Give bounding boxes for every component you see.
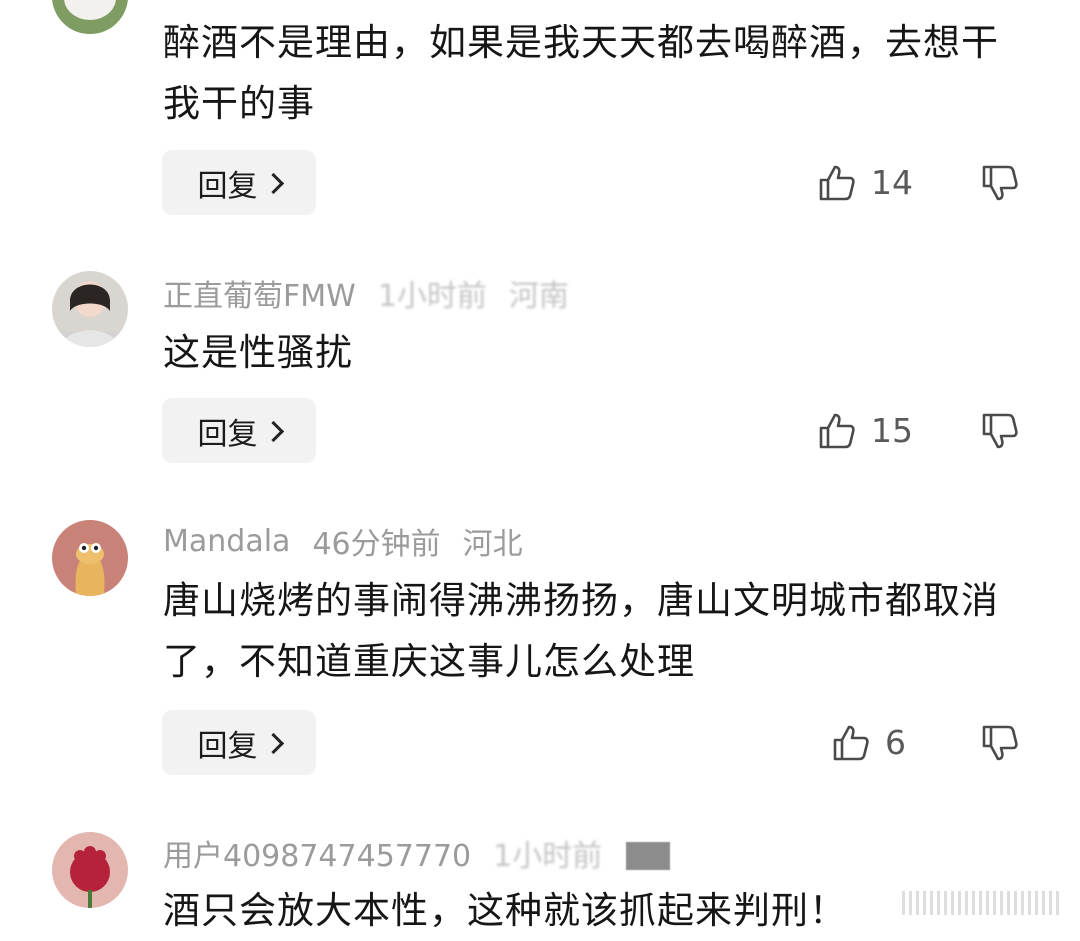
like-count: 6 <box>885 723 906 762</box>
avatar[interactable] <box>52 832 128 908</box>
timestamp: 46分钟前 <box>312 527 441 562</box>
comment-meta: 正直葡萄FMW 1小时前 河南 <box>163 271 591 315</box>
thumbs-down-icon <box>982 165 1018 200</box>
chevron-right-icon <box>262 420 284 443</box>
avatar[interactable] <box>52 0 128 34</box>
reply-label: 回复 <box>197 416 258 452</box>
comment-text: 唐山烧烤的事闹得沸沸扬扬，唐山文明城市都取消了，不知道重庆这事儿怎么处理 <box>163 579 999 683</box>
thumbs-down-icon <box>982 725 1018 760</box>
redaction-block <box>626 842 670 870</box>
username[interactable]: Mandala <box>163 524 290 559</box>
thumbs-up-icon <box>819 413 855 448</box>
reply-label: 回复 <box>197 168 258 204</box>
like-button[interactable]: 6 <box>831 710 906 775</box>
reply-button[interactable]: 回复 <box>162 398 316 463</box>
comment-meta: Mandala 46分钟前 河北 <box>163 521 545 563</box>
dislike-button[interactable] <box>980 710 1022 775</box>
avatar[interactable] <box>52 271 128 347</box>
username[interactable]: 用户4098747457770 <box>163 831 471 875</box>
like-count: 15 <box>871 411 913 450</box>
location: 河南 <box>508 279 569 314</box>
reply-button[interactable]: 回复 <box>162 710 316 775</box>
comment-text: 醉酒不是理由，如果是我天天都去喝醉酒，去想干我干的事 <box>163 21 999 125</box>
reply-label: 回复 <box>197 728 258 764</box>
comment-text: 这是性骚扰 <box>163 331 353 374</box>
chevron-right-icon <box>262 172 284 195</box>
like-button[interactable]: 15 <box>817 398 913 463</box>
avatar[interactable] <box>52 520 128 596</box>
like-count: 14 <box>871 163 913 202</box>
comment-text: 酒只会放大本性，这种就该抓起来判刑！ <box>163 889 847 932</box>
thumbs-up-icon <box>833 725 869 760</box>
thumbs-up-icon <box>819 165 855 200</box>
watermark <box>902 891 1062 915</box>
chevron-right-icon <box>262 732 284 755</box>
comment-meta: 用户4098747457770 1小时前 <box>163 831 624 875</box>
reply-button[interactable]: 回复 <box>162 150 316 215</box>
timestamp: 1小时前 <box>493 839 603 874</box>
dislike-button[interactable] <box>980 150 1022 215</box>
thumbs-down-icon <box>982 413 1018 448</box>
dislike-button[interactable] <box>980 398 1022 463</box>
location: 河北 <box>462 527 523 562</box>
username[interactable]: 正直葡萄FMW <box>163 271 356 315</box>
like-button[interactable]: 14 <box>817 150 913 215</box>
timestamp: 1小时前 <box>377 279 487 314</box>
